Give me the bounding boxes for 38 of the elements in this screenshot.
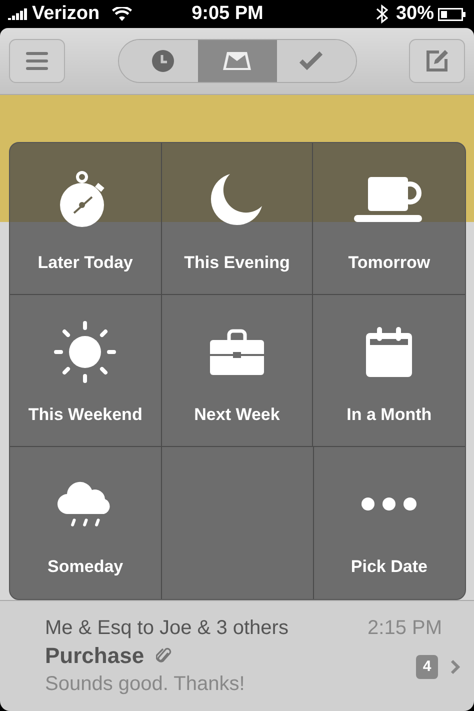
tab[interactable] — [118, 40, 198, 82]
tab[interactable] — [198, 40, 276, 82]
thread-count: 4 — [416, 655, 438, 679]
email-preview: Sounds good. Thanks! — [45, 672, 246, 697]
snooze-option[interactable]: Later Today — [10, 143, 162, 295]
compose-icon — [425, 49, 449, 73]
snooze-option[interactable]: In a Month — [313, 295, 465, 447]
email-subject: Purchase — [45, 642, 144, 670]
cup-icon — [354, 176, 424, 223]
snooze-option[interactable]: Next Week — [162, 295, 314, 447]
snooze-option[interactable]: This Weekend — [10, 295, 162, 447]
calendar-icon — [366, 326, 412, 377]
battery-percent: 30% — [396, 2, 434, 26]
sun-icon — [54, 320, 116, 383]
email-time: 2:15 PM — [368, 616, 442, 641]
snooze-option[interactable]: Someday — [10, 447, 162, 599]
battery-icon — [438, 8, 466, 20]
snooze-option[interactable]: Tomorrow — [313, 143, 465, 295]
email-sender: Me & Esq to Joe & 3 others — [45, 616, 290, 641]
snooze-option[interactable]: Pick Date — [313, 447, 465, 599]
snooze-option[interactable]: This Evening — [162, 143, 314, 295]
moon-icon — [210, 174, 264, 226]
menu-button[interactable] — [9, 39, 65, 83]
clock-icon — [151, 49, 175, 73]
menu-icon — [26, 52, 48, 70]
briefcase-icon — [210, 328, 264, 375]
clock-time: 9:05 PM — [192, 2, 264, 26]
signal-icon — [8, 8, 28, 20]
compose-button[interactable] — [409, 39, 465, 83]
email-row[interactable]: Me & Esq to Joe & 3 others Purchase Sounds good. Thanks! 2:15 PM 4 — [0, 600, 474, 711]
carrier-name: Verizon — [32, 2, 100, 26]
bluetooth-icon — [376, 4, 388, 24]
wifi-icon — [112, 6, 132, 22]
check-icon — [299, 51, 323, 71]
more-icon — [361, 497, 418, 512]
chevron-right-icon — [450, 659, 460, 675]
tray-icon — [222, 50, 252, 72]
tab[interactable] — [276, 40, 356, 82]
